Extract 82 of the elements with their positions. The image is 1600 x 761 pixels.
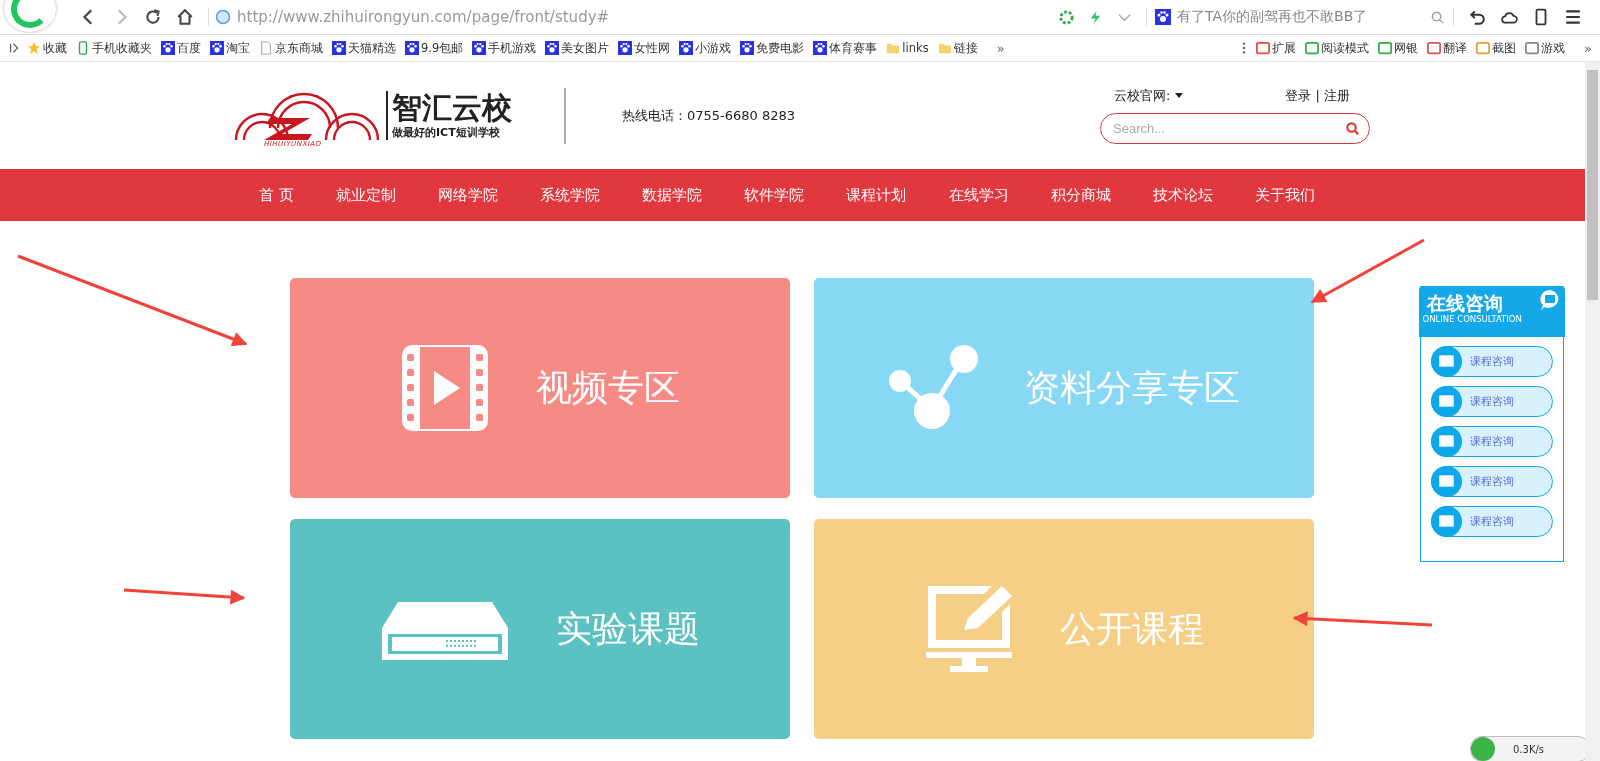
bookmark-link[interactable]: 手机游戏 [472,40,537,56]
home-icon[interactable] [176,8,194,26]
logo-slogan: 做最好的ICT短训学校 [392,125,501,140]
consult-button[interactable]: 课程咨询 [1431,426,1553,457]
monitor-pen-icon [924,584,1014,674]
chat-icon [1431,386,1462,417]
nav-link[interactable]: 关于我们 [1254,185,1315,205]
nav-link[interactable]: 首 页 [259,185,294,205]
bookmark-link[interactable]: 体育赛事 [813,40,878,56]
toolbar-button[interactable]: 阅读模式 [1305,40,1370,56]
search-icon[interactable] [1430,9,1445,25]
paw-icon [679,41,694,55]
tile-title: 视频专区 [536,365,680,410]
bookmark-link[interactable]: 收藏 [27,40,67,56]
film-play-icon [400,343,490,433]
nav-link[interactable]: 在线学习 [948,185,1009,205]
more-bookmarks-icon[interactable]: » [996,40,1005,56]
paw-icon [740,41,755,55]
phone-icon [76,41,90,55]
site-menu-dropdown[interactable]: 云校官网: [1114,87,1183,105]
chat-icon [1431,506,1462,537]
toolbar-button[interactable]: 翻译 [1427,40,1468,56]
folder-icon [886,41,901,55]
toolbar-button[interactable]: 扩展 [1256,40,1297,56]
toolbar-button[interactable]: 游戏 [1525,40,1566,56]
bookmark-link[interactable]: 手机收藏夹 [76,40,152,56]
chat-icon [1431,466,1462,497]
chat-icon [1431,346,1462,377]
tile-title: 公开课程 [1060,606,1204,651]
nav-link[interactable]: 数据学院 [642,185,703,205]
paw-icon [472,41,487,55]
chat-icon [1431,426,1462,457]
consult-button[interactable]: 课程咨询 [1431,466,1553,497]
search-field[interactable]: Search... [1100,113,1370,144]
hotline-text: 热线电话：0755-6680 8283 [622,106,796,125]
star-icon [27,41,41,55]
tile-title: 资料分享专区 [1024,365,1240,410]
reload-icon[interactable] [144,8,162,26]
search-icon[interactable] [1345,121,1360,136]
bookmark-link[interactable]: 淘宝 [210,40,250,56]
consult-subtitle: ONLINE CONSULTATION [1422,314,1523,324]
bookmark-link[interactable]: 9.9包邮 [405,40,464,56]
nav-link[interactable]: 技术论坛 [1152,185,1213,205]
paw-icon [618,41,633,55]
folder-icon [937,41,952,55]
bookmark-link[interactable]: 京东商城 [259,40,323,56]
consult-title: 在线咨询 [1426,292,1503,314]
paw-icon [813,41,828,55]
consult-button[interactable]: 课程咨询 [1431,506,1553,537]
bookmark-link[interactable]: 小游戏 [679,40,732,56]
bookmark-link[interactable]: 美女图片 [545,40,610,56]
toolbar-button[interactable]: 截图 [1476,40,1517,56]
consult-button[interactable]: 课程咨询 [1431,346,1553,377]
more-tools-icon[interactable]: » [1584,40,1592,56]
nav-link[interactable]: 软件学院 [744,185,805,205]
paw-icon [545,41,560,55]
bookmark-link[interactable]: 女性网 [618,40,671,56]
page-icon [259,41,273,55]
bookmark-link[interactable]: 链接 [937,40,978,56]
menu-icon[interactable] [1564,8,1582,26]
nav-link[interactable]: 积分商城 [1050,185,1111,205]
nav-link[interactable]: 课程计划 [846,185,907,205]
paw-icon [405,41,419,55]
toolbar-button[interactable]: 网银 [1378,40,1419,56]
bookmark-link[interactable]: 天猫精选 [332,40,396,56]
bookmark-link[interactable]: 免费电影 [740,40,805,56]
bookmark-link[interactable]: links [886,41,929,55]
paw-icon [332,41,346,55]
undo-icon[interactable] [1468,8,1486,26]
login-register-link[interactable]: 登录 | 注册 [1285,87,1350,105]
browser-search-field[interactable]: 有了TA你的副驾再也不敢BB了 [1146,8,1454,26]
paw-icon [210,41,224,55]
tile-title: 实验课题 [556,606,700,651]
nav-link[interactable]: 系统学院 [540,185,601,205]
nav-link[interactable]: 就业定制 [335,185,396,205]
nav-link[interactable]: 网络学院 [438,185,498,205]
scrollbar-thumb[interactable] [1587,70,1598,300]
logo-name: 智汇云校 [392,91,512,125]
consult-button[interactable]: 课程咨询 [1431,386,1553,417]
paw-icon [161,41,175,55]
paw-icon [1155,9,1171,25]
bookmark-link[interactable]: 百度 [161,40,201,56]
